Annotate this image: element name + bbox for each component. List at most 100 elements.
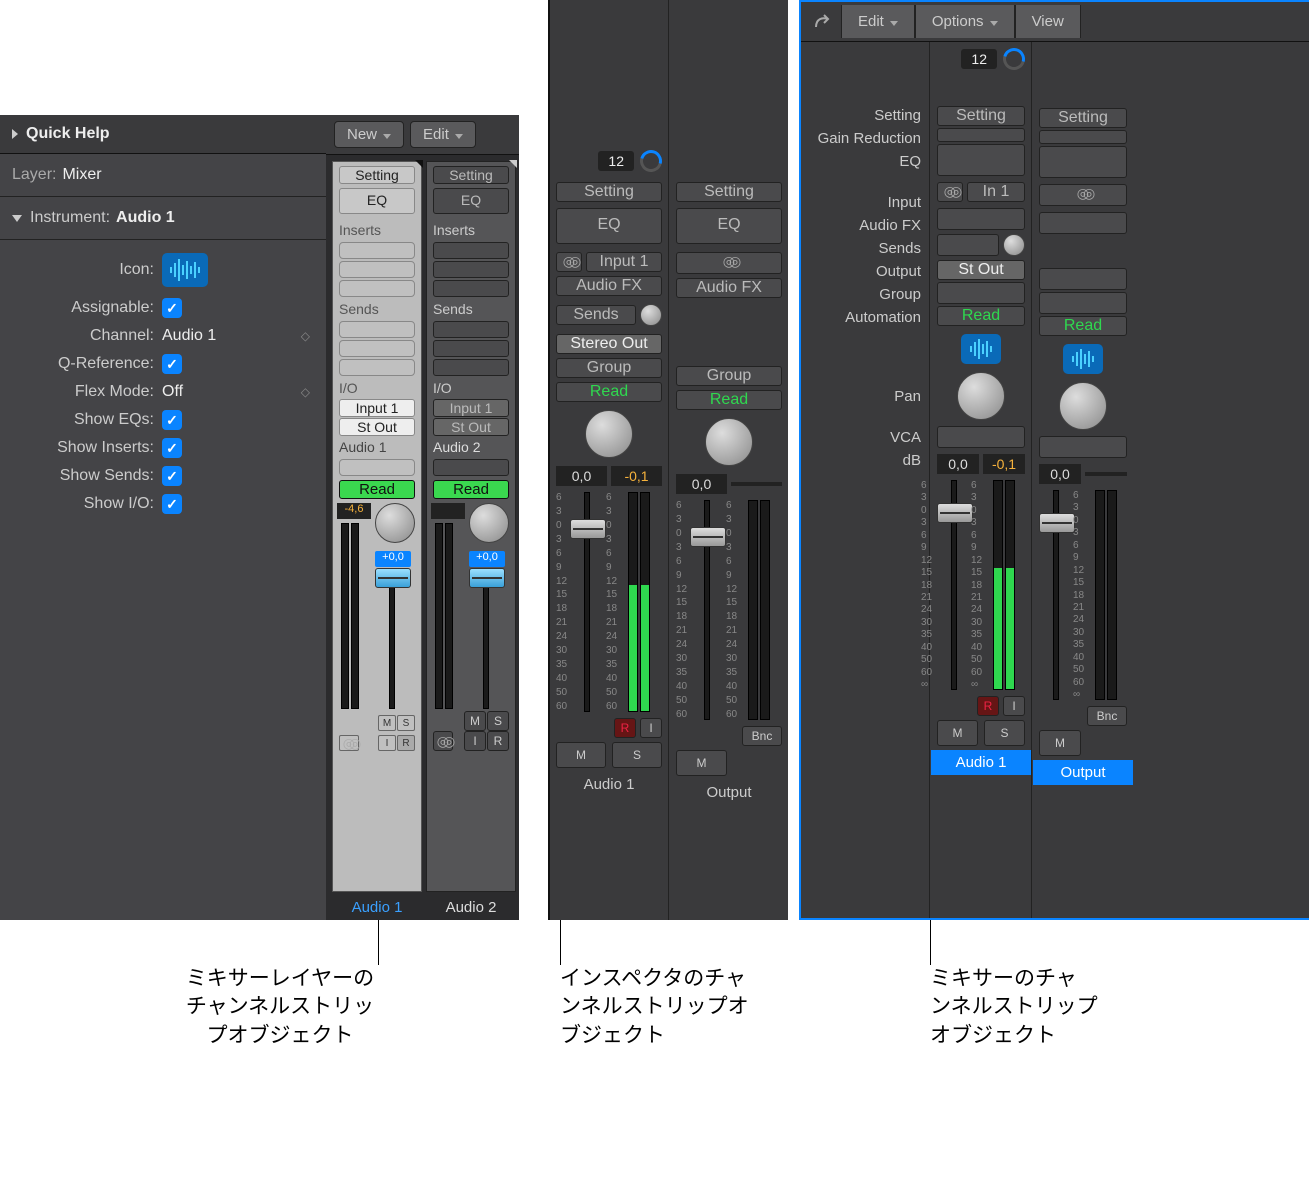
fader-cap[interactable] — [469, 568, 505, 588]
setting-button[interactable]: Setting — [433, 166, 509, 184]
mute-button[interactable]: M — [464, 711, 486, 731]
pan-knob[interactable] — [469, 503, 509, 543]
show-io-checkbox[interactable] — [162, 494, 182, 514]
output-slot[interactable]: St Out — [433, 418, 509, 436]
audio-track-icon[interactable] — [961, 334, 1001, 364]
eq-thumbnail[interactable] — [1039, 146, 1127, 178]
pan-knob[interactable] — [705, 418, 753, 466]
flex-value[interactable]: Off — [162, 383, 183, 401]
mute-button[interactable]: M — [1039, 730, 1081, 756]
fader-readout[interactable]: +0,0 — [469, 551, 505, 567]
insert-slot[interactable] — [339, 261, 415, 278]
instrument-header[interactable]: Instrument: Audio 1 — [0, 197, 326, 240]
gain-knob-icon[interactable] — [636, 146, 666, 176]
gain-knob-icon[interactable] — [999, 44, 1029, 74]
sends-slot[interactable]: Sends — [556, 305, 636, 325]
insert-slot[interactable] — [339, 280, 415, 297]
channel-name-audio1[interactable]: Audio 1 — [550, 772, 668, 797]
eq-button[interactable]: EQ — [433, 188, 509, 214]
mute-button[interactable]: M — [378, 715, 396, 731]
record-enable-button[interactable]: R — [614, 718, 636, 738]
input-slot[interactable]: Input 1 — [586, 252, 662, 272]
stereo-icon[interactable] — [676, 252, 782, 274]
channel-name-audio2[interactable]: Audio 2 — [426, 899, 516, 916]
options-menu[interactable]: Options — [915, 5, 1015, 38]
fader[interactable] — [389, 571, 395, 709]
channel-strip-audio2[interactable]: Setting EQ Inserts Sends I/O Input 1 St … — [426, 161, 516, 892]
view-menu[interactable]: View — [1015, 5, 1081, 38]
send-slot[interactable] — [433, 340, 509, 357]
setting-button[interactable]: Setting — [339, 166, 415, 184]
fader-cap[interactable] — [375, 568, 411, 588]
show-sends-checkbox[interactable] — [162, 466, 182, 486]
insert-slot[interactable] — [433, 261, 509, 278]
input-slot[interactable]: Input 1 — [339, 399, 415, 417]
send-slot[interactable] — [433, 359, 509, 376]
record-enable-button[interactable]: R — [977, 696, 999, 716]
setting-button[interactable]: Setting — [1039, 108, 1127, 128]
send-slot[interactable] — [433, 321, 509, 338]
send-knob[interactable] — [640, 304, 662, 326]
solo-button[interactable]: S — [487, 711, 509, 731]
group-slot[interactable]: Group — [676, 366, 782, 386]
input-slot[interactable]: In 1 — [967, 182, 1025, 202]
fader-readout[interactable]: +0,0 — [375, 551, 411, 567]
audio-track-icon[interactable] — [162, 253, 208, 287]
audiofx-slot[interactable]: Audio FX — [676, 278, 782, 298]
mute-button[interactable]: M — [676, 750, 727, 776]
insert-slot[interactable] — [339, 242, 415, 259]
pan-knob[interactable] — [375, 503, 415, 543]
qref-checkbox[interactable] — [162, 354, 182, 374]
fader-readout[interactable]: 0,0 — [676, 474, 727, 494]
fader-cap[interactable] — [570, 519, 606, 539]
fader[interactable] — [584, 492, 590, 712]
stereo-icon[interactable] — [937, 182, 963, 202]
group-slot[interactable] — [433, 459, 509, 476]
record-enable-button[interactable]: R — [487, 731, 509, 751]
automation-read-button[interactable]: Read — [1039, 316, 1127, 336]
automation-read-button[interactable]: Read — [433, 480, 509, 499]
stereo-icon[interactable] — [556, 252, 582, 272]
fader-cap[interactable] — [937, 503, 973, 523]
layer-value[interactable]: Mixer — [62, 166, 101, 184]
fader[interactable] — [704, 500, 710, 720]
stereo-icon[interactable] — [339, 735, 359, 751]
fader-readout[interactable]: 0,0 — [937, 454, 979, 474]
bounce-button[interactable]: Bnc — [742, 726, 782, 746]
inspector-strip-audio1[interactable]: 12 Setting EQ Input 1 Audio FX Sends Ste… — [550, 146, 668, 920]
stereo-icon[interactable] — [1039, 184, 1127, 206]
vca-slot[interactable] — [937, 426, 1025, 448]
new-menu[interactable]: New — [334, 121, 404, 148]
automation-read-button[interactable]: Read — [339, 480, 415, 499]
setting-button[interactable]: Setting — [556, 182, 662, 202]
insert-slot[interactable] — [433, 280, 509, 297]
vca-slot[interactable] — [1039, 436, 1127, 458]
output-slot[interactable]: St Out — [339, 418, 415, 436]
fader[interactable] — [483, 571, 489, 709]
pan-knob[interactable] — [585, 410, 633, 458]
automation-read-button[interactable]: Read — [937, 306, 1025, 326]
group-slot[interactable] — [937, 282, 1025, 304]
input-monitor-button[interactable]: I — [640, 718, 662, 738]
stereo-icon[interactable] — [433, 731, 453, 751]
channel-name-output[interactable]: Output — [1033, 760, 1133, 785]
group-slot[interactable] — [339, 459, 415, 476]
show-inserts-checkbox[interactable] — [162, 438, 182, 458]
fader-cap[interactable] — [690, 527, 726, 547]
record-enable-button[interactable]: R — [397, 735, 415, 751]
eq-thumbnail[interactable] — [937, 144, 1025, 176]
audiofx-slot[interactable] — [1039, 212, 1127, 234]
automation-read-button[interactable]: Read — [556, 382, 662, 402]
fader[interactable] — [951, 480, 957, 690]
audiofx-slot[interactable]: Audio FX — [556, 276, 662, 296]
solo-button[interactable]: S — [612, 742, 662, 768]
output-slot[interactable]: Stereo Out — [556, 334, 662, 354]
pan-knob[interactable] — [1059, 382, 1107, 430]
input-monitor-button[interactable]: I — [1003, 696, 1025, 716]
mute-button[interactable]: M — [937, 720, 978, 746]
audio-track-icon[interactable] — [1063, 344, 1103, 374]
mixer-strip-output[interactable]: Setting Read 0,0 63036912151821243035405… — [1033, 42, 1133, 918]
input-monitor-button[interactable]: I — [378, 735, 396, 751]
inspector-strip-output[interactable]: Setting EQ Audio FX Group Read 0,0 63036… — [670, 146, 788, 920]
fader-readout[interactable]: 0,0 — [1039, 464, 1081, 484]
